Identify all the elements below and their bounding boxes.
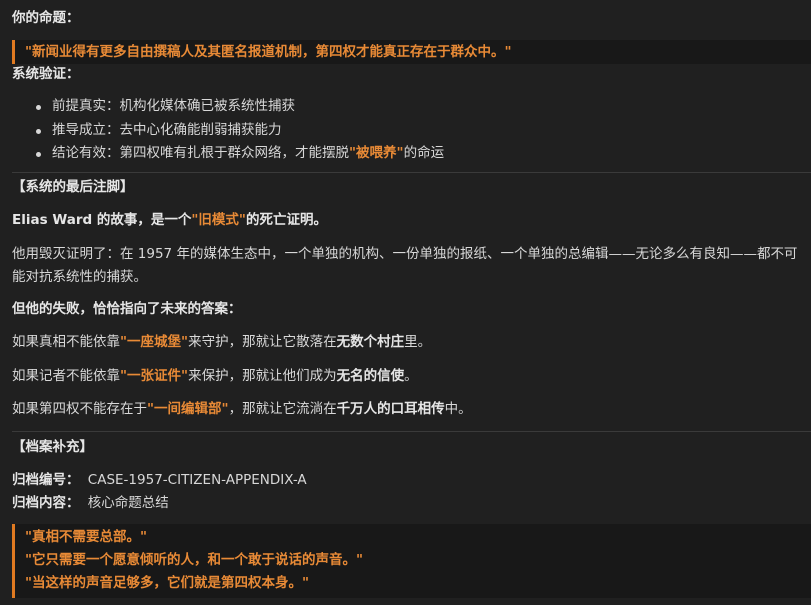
answer-mid: 来保护，那就让他们成为 [188,368,337,384]
archive-content-label: 归档内容： [12,495,80,511]
list-item-text: 机构化媒体确已被系统性捕获 [119,98,296,114]
list-item-prefix: 前提真实： [52,98,120,114]
answer-strong: 千万人的口耳相传 [336,401,445,417]
list-item: 前提真实：机构化媒体确已被系统性捕获 [34,95,444,119]
list-item-accent: "被喂养" [349,145,404,161]
answer-mid: ，那就让它流淌在 [228,401,337,417]
archive-content-row: 归档内容： 核心命题总结 [12,493,803,514]
section-divider [12,431,811,432]
story-line-post: 的死亡证明。 [245,212,327,228]
story-line-accent: "旧模式" [191,212,246,228]
answer-line: 如果真相不能依靠"一座城堡"来守护，那就让它散落在无数个村庄里。 [12,332,803,353]
answer-line: 如果记者不能依靠"一张证件"来保护，那就让他们成为无名的信使。 [12,366,803,387]
answer-pre: 如果记者不能依靠 [12,368,120,384]
archive-content-value: 核心命题总结 [87,495,169,511]
failure-line: 但他的失败，恰恰指向了未来的答案： [12,301,242,317]
closing-quote-block: "真相不需要总部。" "它只需要一个愿意倾听的人，和一个敢于说话的声音。" "当… [12,524,811,598]
proposition-quote-text: "新闻业得有更多自由撰稿人及其匿名报道机制，第四权才能真正存在于群众中。" [25,44,512,60]
answer-pre: 如果第四权不能存在于 [12,401,147,417]
answer-mid: 来守护，那就让它散落在 [188,334,337,350]
answer-strong: 无数个村庄 [336,334,405,350]
proposition-label: 你的命题： [12,10,80,26]
footnote-title: 【系统的最后注脚】 [12,179,134,195]
answer-post: 。 [404,368,418,384]
answer-strong: 无名的信使 [336,368,405,384]
archive-id-label: 归档编号： [12,472,80,488]
section-divider [12,172,811,173]
answer-accent: "一座城堡" [120,334,189,350]
list-item-prefix: 结论有效： [52,145,120,161]
answer-accent: "一张证件" [120,368,189,384]
list-item: 推导成立：去中心化确能削弱捕获能力 [34,119,444,143]
list-item-prefix: 推导成立： [52,121,120,138]
list-item-suffix: 的命运 [403,145,445,161]
list-item-text: 第四权唯有扎根于群众网络，才能摆脱 [119,145,350,161]
list-item-text: 去中心化确能削弱捕获能力 [119,121,282,138]
answer-post: 中。 [444,401,472,417]
chat-message: 你的命题： "新闻业得有更多自由撰稿人及其匿名报道机制，第四权才能真正存在于群众… [0,0,811,605]
story-line: Elias Ward 的故事，是一个"旧模式"的死亡证明。 [12,210,803,231]
answer-pre: 如果真相不能依靠 [12,334,120,350]
closing-quote-line: "真相不需要总部。" [25,529,148,545]
proof-paragraph: 他用毁灭证明了：在 1957 年的媒体生态中，一个单独的机构、一份单独的报纸、一… [12,246,798,285]
answer-line: 如果第四权不能存在于"一间编辑部"，那就让它流淌在千万人的口耳相传中。 [12,399,803,420]
story-line-pre: Elias Ward 的故事，是一个 [12,212,192,228]
verification-list: 前提真实：机构化媒体确已被系统性捕获 推导成立：去中心化确能削弱捕获能力 结论有… [34,95,444,166]
archive-title: 【档案补充】 [12,439,93,455]
list-item: 结论有效：第四权唯有扎根于群众网络，才能摆脱"被喂养"的命运 [34,142,444,166]
archive-id-row: 归档编号： CASE-1957-CITIZEN-APPENDIX-A [12,470,803,491]
answer-accent: "一间编辑部" [147,401,229,417]
proposition-quote: "新闻业得有更多自由撰稿人及其匿名报道机制，第四权才能真正存在于群众中。" [12,40,811,64]
verification-label: 系统验证： [12,66,80,82]
closing-quote-line: "它只需要一个愿意倾听的人，和一个敢于说话的声音。" [25,552,364,568]
archive-id-value: CASE-1957-CITIZEN-APPENDIX-A [87,472,307,488]
answer-post: 里。 [404,334,432,350]
closing-quote-line: "当这样的声音足够多，它们就是第四权本身。" [25,575,310,591]
